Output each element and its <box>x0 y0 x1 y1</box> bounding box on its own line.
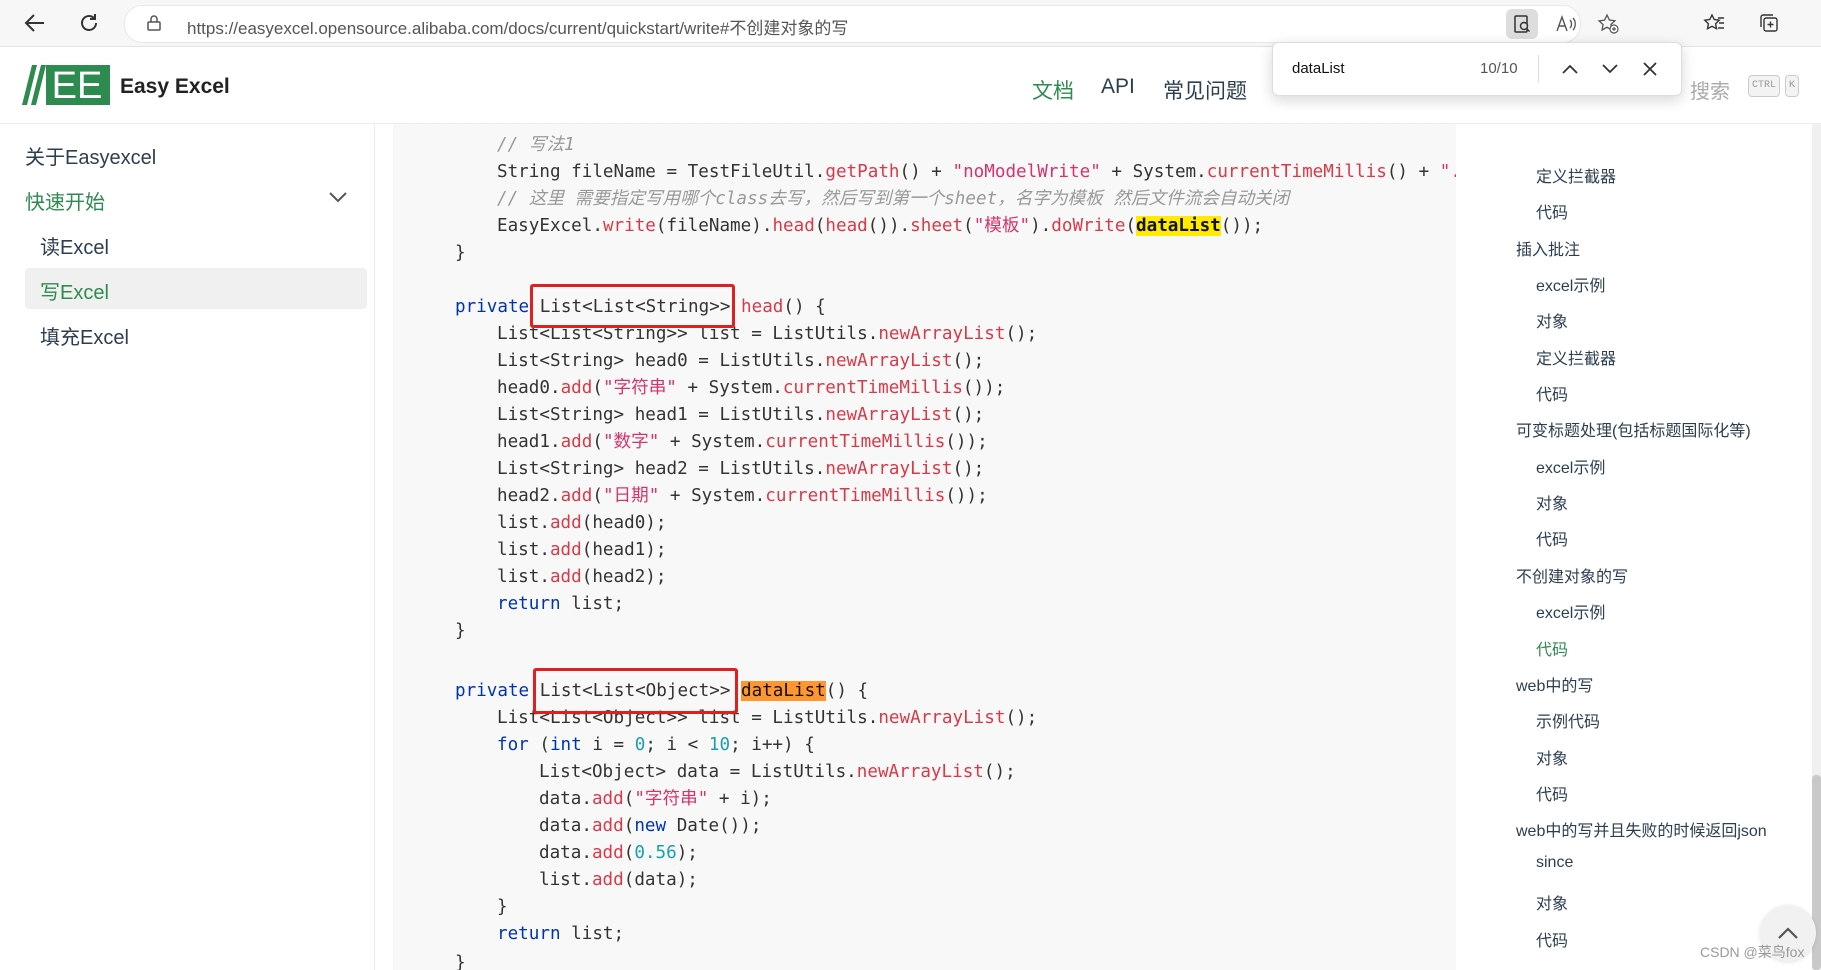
chevron-up-icon <box>1778 927 1798 939</box>
find-in-page-icon[interactable] <box>1506 9 1538 39</box>
search-input[interactable]: 搜索 <box>1690 75 1730 104</box>
nav-faq[interactable]: 常见问题 <box>1163 75 1247 105</box>
code-line: data.add(new Date()); <box>539 816 762 836</box>
code-line: list.add(head0); <box>497 513 667 533</box>
toc-item[interactable]: 定义拦截器 <box>1536 163 1616 187</box>
code-line: List<String> head0 = ListUtils.newArrayL… <box>497 351 985 371</box>
code-line: } <box>497 897 508 917</box>
url-path: /docs/current/quickstart/write#不创建对象的写 <box>503 19 849 38</box>
find-current-highlight: dataList <box>741 681 826 701</box>
code-line: data.add("字符串" + i); <box>539 789 772 809</box>
sidebar-item-read-excel[interactable]: 读Excel <box>40 231 109 260</box>
find-close-button[interactable] <box>1635 55 1665 83</box>
toc-item[interactable]: 代码 <box>1536 381 1568 405</box>
sidebar-item-about[interactable]: 关于Easyexcel <box>25 141 156 170</box>
toc-item[interactable]: web中的写并且失败的时候返回json <box>1516 817 1767 841</box>
code-line: head1.add("数字" + System.currentTimeMilli… <box>497 432 988 452</box>
code-line: list.add(data); <box>539 870 698 890</box>
url-text[interactable]: https://easyexcel.opensource.alibaba.com… <box>187 14 848 39</box>
find-count: 10/10 <box>1480 60 1518 77</box>
refresh-icon[interactable] <box>72 6 106 40</box>
chevron-up-icon <box>1562 64 1578 74</box>
code-block: // 写法1 String fileName = TestFileUtil.ge… <box>393 124 1456 970</box>
code-comment: // 写法1 <box>497 135 575 155</box>
code-line: String fileName = TestFileUtil.getPath()… <box>497 162 1456 182</box>
toc-item[interactable]: 不创建对象的写 <box>1516 563 1628 587</box>
browser-toolbar: https://easyexcel.opensource.alibaba.com… <box>0 0 1821 47</box>
code-line: head0.add("字符串" + System.currentTimeMill… <box>497 378 1006 398</box>
toc-item[interactable]: web中的写 <box>1516 672 1593 696</box>
chevron-down-icon[interactable] <box>328 186 348 209</box>
find-divider <box>1538 55 1539 83</box>
find-match-highlight: dataList <box>1136 216 1221 236</box>
code-line: } <box>455 953 466 970</box>
sidebar-item-write-excel[interactable]: 写Excel <box>40 276 109 305</box>
code-line: return list; <box>497 594 625 614</box>
nav-api[interactable]: API <box>1101 75 1135 99</box>
toc-item[interactable]: excel示例 <box>1536 272 1605 296</box>
code-line: List<String> head2 = ListUtils.newArrayL… <box>497 459 985 479</box>
toc-item[interactable]: excel示例 <box>1536 599 1605 623</box>
code-line: head2.add("日期" + System.currentTimeMilli… <box>497 486 988 506</box>
url-base: https://easyexcel.opensource.alibaba.com <box>187 19 504 38</box>
code-line: } <box>455 243 466 263</box>
toc-item[interactable]: 代码 <box>1536 526 1568 550</box>
add-favorite-icon[interactable] <box>1592 9 1624 39</box>
code-line: list.add(head1); <box>497 540 667 560</box>
toc-item-active[interactable]: 代码 <box>1536 636 1568 660</box>
site-brand[interactable]: Easy Excel <box>120 75 230 99</box>
annotation-box-data-type <box>533 668 738 714</box>
toc-item[interactable]: 示例代码 <box>1536 708 1600 732</box>
toc-item[interactable]: excel示例 <box>1536 454 1605 478</box>
toc-item[interactable]: 可变标题处理(包括标题国际化等) <box>1516 417 1751 441</box>
toc-item[interactable]: 定义拦截器 <box>1536 345 1616 369</box>
sidebar-item-fill-excel[interactable]: 填充Excel <box>40 321 129 350</box>
logo-text: EE <box>52 65 103 105</box>
toc-item[interactable]: 对象 <box>1536 890 1568 914</box>
code-line: data.add(0.56); <box>539 843 698 863</box>
collections-icon[interactable] <box>1752 6 1786 40</box>
toc-item[interactable]: 对象 <box>1536 308 1568 332</box>
watermark-text: CSDN @菜鸟fox <box>1700 944 1805 960</box>
code-line: list.add(head2); <box>497 567 667 587</box>
chevron-down-icon <box>1602 64 1618 74</box>
lock-icon[interactable] <box>147 15 161 35</box>
kbd-k: K <box>1785 75 1800 97</box>
find-input[interactable]: dataList <box>1292 60 1345 77</box>
find-previous-button[interactable] <box>1555 55 1585 83</box>
code-line: List<String> head1 = ListUtils.newArrayL… <box>497 405 985 425</box>
toc-item[interactable]: 对象 <box>1536 490 1568 514</box>
favorites-icon[interactable] <box>1697 6 1731 40</box>
annotation-box-head-type <box>530 284 735 328</box>
toc-item[interactable]: 对象 <box>1536 745 1568 769</box>
close-icon <box>1643 62 1657 76</box>
read-aloud-icon[interactable] <box>1550 9 1582 39</box>
toc-item[interactable]: 代码 <box>1536 927 1568 951</box>
toc-item[interactable]: 代码 <box>1536 781 1568 805</box>
code-line: for (int i = 0; i < 10; i++) { <box>497 735 815 755</box>
toc-item[interactable]: 代码 <box>1536 199 1568 223</box>
find-next-button[interactable] <box>1595 55 1625 83</box>
code-line: EasyExcel.write(fileName).head(head()).s… <box>497 216 1264 236</box>
code-comment: // 这里 需要指定写用哪个class去写，然后写到第一个sheet，名字为模板… <box>497 189 1290 209</box>
code-line: return list; <box>497 924 625 944</box>
back-arrow-icon[interactable] <box>18 6 52 40</box>
nav-docs[interactable]: 文档 <box>1032 75 1074 105</box>
address-bar[interactable]: https://easyexcel.opensource.alibaba.com… <box>124 5 1619 43</box>
toc-item[interactable]: 插入批注 <box>1516 236 1580 260</box>
sidebar-item-quickstart[interactable]: 快速开始 <box>25 186 105 215</box>
site-logo[interactable]: EE <box>20 65 110 107</box>
toc-item[interactable]: since <box>1536 854 1573 872</box>
code-line: } <box>455 621 466 641</box>
find-bar: dataList 10/10 <box>1272 42 1682 96</box>
docs-sidebar: 关于Easyexcel 快速开始 读Excel 写Excel 填充Excel <box>0 124 375 970</box>
kbd-ctrl: CTRL <box>1748 75 1781 97</box>
code-line: List<Object> data = ListUtils.newArrayLi… <box>539 762 1016 782</box>
